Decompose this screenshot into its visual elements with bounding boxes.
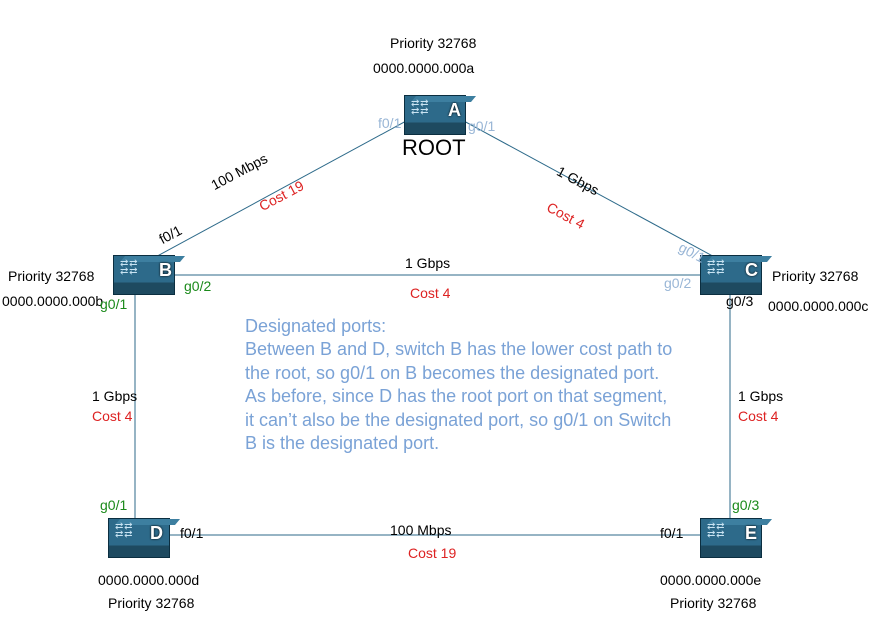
link-DE-cost: Cost 19 bbox=[408, 545, 456, 561]
link-CE-cost: Cost 4 bbox=[738, 408, 778, 424]
port-A-right: g0/1 bbox=[468, 118, 495, 134]
explanation-title: Designated ports: bbox=[245, 315, 675, 338]
switch-B-letter: B bbox=[159, 260, 172, 281]
switch-icon: ⇄ ⇄ ⇄ ⇄ bbox=[411, 100, 428, 116]
link-BD-cost: Cost 4 bbox=[92, 408, 132, 424]
port-B-down: g0/1 bbox=[100, 296, 127, 312]
switch-C-priority: Priority 32768 bbox=[772, 268, 858, 284]
switch-D-priority: Priority 32768 bbox=[108, 595, 194, 611]
switch-B-mac: 0000.0000.000b bbox=[2, 293, 103, 309]
switch-E-mac: 0000.0000.000e bbox=[660, 572, 761, 588]
switch-B-priority: Priority 32768 bbox=[8, 268, 94, 284]
port-E-left: f0/1 bbox=[660, 525, 683, 541]
port-D-right: f0/1 bbox=[180, 525, 203, 541]
switch-D-mac: 0000.0000.000d bbox=[98, 572, 199, 588]
port-B-right: g0/2 bbox=[184, 278, 211, 294]
switch-A-mac: 0000.0000.000a bbox=[373, 60, 474, 76]
link-DE-speed: 100 Mbps bbox=[390, 522, 451, 538]
explanation-body: Between B and D, switch B has the lower … bbox=[245, 338, 675, 455]
switch-C-letter: C bbox=[745, 260, 758, 281]
port-E-up: g0/3 bbox=[732, 497, 759, 513]
switch-icon: ⇄ ⇄ ⇄ ⇄ bbox=[707, 523, 724, 539]
switch-A-letter: A bbox=[448, 100, 461, 121]
root-label: ROOT bbox=[402, 135, 466, 161]
switch-E-priority: Priority 32768 bbox=[670, 595, 756, 611]
switch-icon: ⇄ ⇄ ⇄ ⇄ bbox=[120, 260, 137, 276]
link-BC-speed: 1 Gbps bbox=[405, 255, 450, 271]
port-A-left: f0/1 bbox=[378, 115, 401, 131]
link-BD-speed: 1 Gbps bbox=[92, 388, 137, 404]
port-D-up: g0/1 bbox=[100, 497, 127, 513]
port-C-down: g0/3 bbox=[726, 293, 753, 309]
link-AC-cost: Cost 4 bbox=[544, 199, 587, 232]
link-AB-speed: 100 Mbps bbox=[208, 150, 270, 193]
switch-icon: ⇄ ⇄ ⇄ ⇄ bbox=[115, 523, 132, 539]
switch-D-letter: D bbox=[150, 523, 163, 544]
link-AB-cost: Cost 19 bbox=[256, 177, 306, 214]
diagram-canvas: ⇄ ⇄ ⇄ ⇄ A Priority 32768 0000.0000.000a … bbox=[0, 0, 887, 642]
port-B-up: f0/1 bbox=[156, 222, 184, 247]
link-AC-speed: 1 Gbps bbox=[554, 163, 601, 198]
explanation-text: Designated ports: Between B and D, switc… bbox=[245, 315, 675, 455]
switch-E-letter: E bbox=[745, 523, 757, 544]
port-C-left: g0/2 bbox=[664, 275, 691, 291]
switch-icon: ⇄ ⇄ ⇄ ⇄ bbox=[707, 260, 724, 276]
switch-A-priority: Priority 32768 bbox=[390, 35, 476, 51]
link-CE-speed: 1 Gbps bbox=[738, 388, 783, 404]
link-BC-cost: Cost 4 bbox=[410, 285, 450, 301]
switch-C-mac: 0000.0000.000c bbox=[768, 298, 868, 314]
